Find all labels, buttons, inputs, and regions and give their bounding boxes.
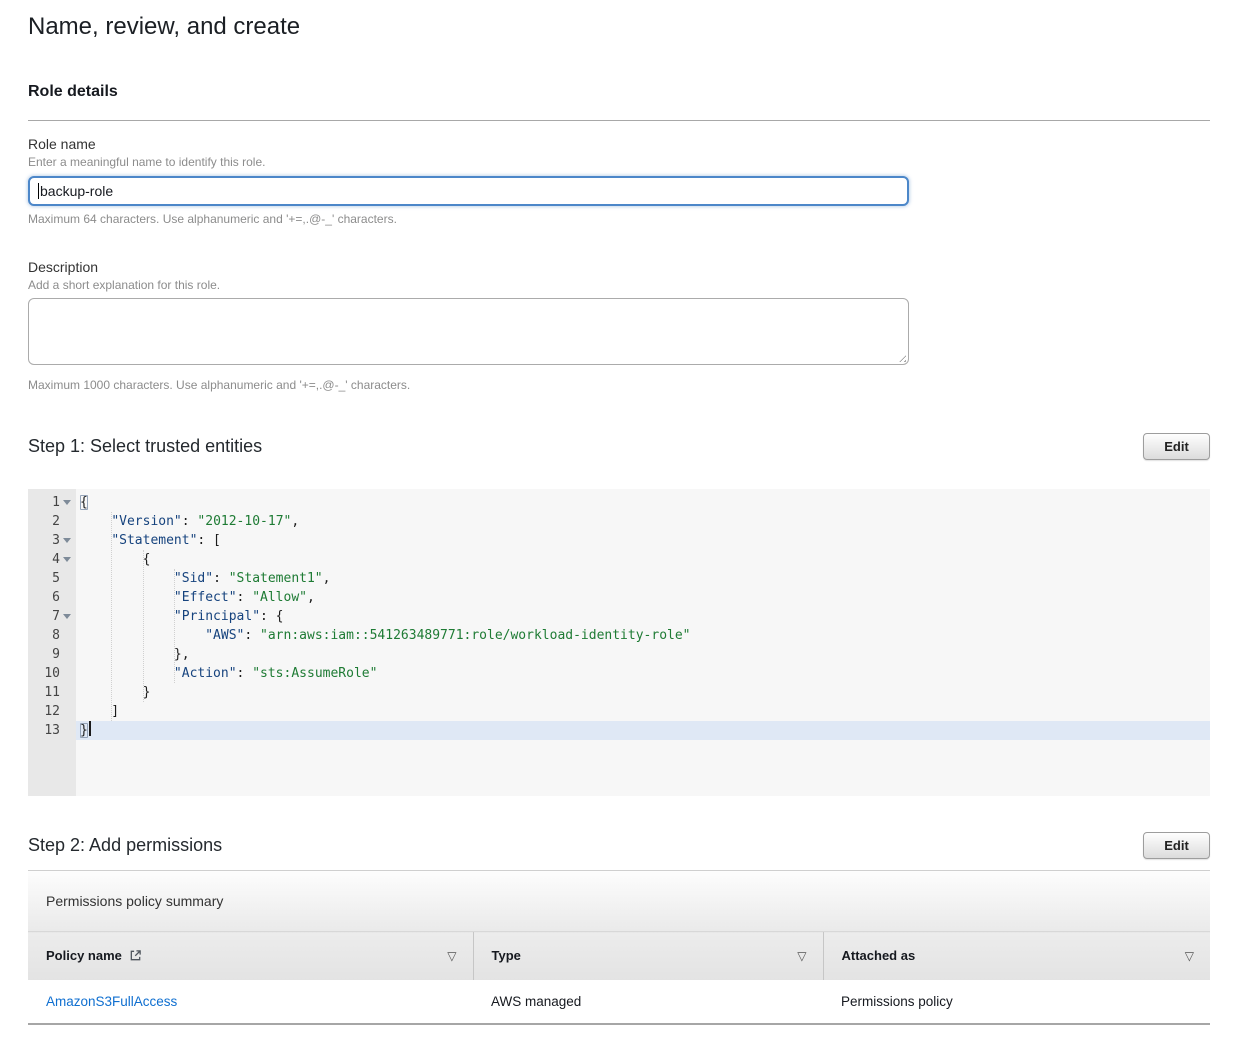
role-details-heading: Role details [28,82,1210,102]
filter-triangle-icon[interactable]: ▽ [797,950,806,962]
code-line[interactable]: "Statement": [ [76,531,1210,550]
editor-gutter: 12345678910111213 [28,489,76,796]
step2-header: Step 2: Add permissions Edit [28,832,1210,859]
line-number: 11 [28,683,73,702]
description-label: Description [28,259,1210,276]
line-number: 4 [28,550,73,569]
line-number: 2 [28,512,73,531]
code-line[interactable]: "AWS": "arn:aws:iam::541263489771:role/w… [76,626,1210,645]
code-line[interactable]: "Action": "sts:AssumeRole" [76,664,1210,683]
line-number: 5 [28,569,73,588]
permissions-table: Policy name ▽ Type ▽ Attached as ▽ Amazo… [28,931,1210,1025]
line-number: 3 [28,531,73,550]
code-line[interactable]: } [76,683,1210,702]
column-header-type[interactable]: Type ▽ [473,932,823,980]
fold-arrow-icon[interactable] [63,614,71,619]
page-title: Name, review, and create [28,12,1210,42]
line-number: 7 [28,607,73,626]
column-header-policy-name[interactable]: Policy name ▽ [28,932,473,980]
description-hint: Add a short explanation for this role. [28,278,1210,292]
column-label: Policy name [46,948,122,963]
role-name-value: backup-role [40,183,113,199]
code-line[interactable]: "Sid": "Statement1", [76,569,1210,588]
line-number: 6 [28,588,73,607]
policy-attached-as-cell: Permissions policy [823,980,1210,1024]
line-number: 9 [28,645,73,664]
code-line[interactable]: { [76,550,1210,569]
fold-arrow-icon[interactable] [63,557,71,562]
code-line[interactable]: { [76,493,1210,512]
fold-arrow-icon[interactable] [63,500,71,505]
column-label: Type [492,948,521,963]
column-header-attached-as[interactable]: Attached as ▽ [823,932,1210,980]
step1-heading: Step 1: Select trusted entities [28,436,262,457]
step1-header: Step 1: Select trusted entities Edit [28,433,1210,460]
line-number: 8 [28,626,73,645]
section-divider [28,120,1210,121]
permissions-table-body: AmazonS3FullAccess AWS managedPermissions… [28,980,1210,1024]
code-line[interactable]: "Principal": { [76,607,1210,626]
editor-content[interactable]: { "Version": "2012-10-17", "Statement": … [76,489,1210,796]
column-label: Attached as [842,948,916,963]
policy-name-cell: AmazonS3FullAccess [28,980,473,1024]
description-field: Description Add a short explanation for … [28,259,1210,392]
role-name-field: Role name Enter a meaningful name to ide… [28,136,1210,226]
code-line[interactable]: "Effect": "Allow", [76,588,1210,607]
line-number: 13 [28,721,73,740]
role-name-label: Role name [28,136,1210,153]
filter-triangle-icon[interactable]: ▽ [447,950,456,962]
description-helper: Maximum 1000 characters. Use alphanumeri… [28,378,1210,392]
line-number: 12 [28,702,73,721]
code-line[interactable]: } [76,721,1210,740]
table-row: AmazonS3FullAccess AWS managedPermissions… [28,980,1210,1024]
resize-handle-icon[interactable] [896,352,906,362]
code-line[interactable]: "Version": "2012-10-17", [76,512,1210,531]
description-textarea[interactable] [28,298,909,365]
trust-policy-editor[interactable]: 12345678910111213 { "Version": "2012-10-… [28,489,1210,796]
permissions-panel: Permissions policy summary Policy name ▽… [28,870,1210,1025]
step1-edit-button[interactable]: Edit [1143,433,1210,460]
fold-arrow-icon[interactable] [63,538,71,543]
step2-edit-button[interactable]: Edit [1143,832,1210,859]
external-link-icon [129,949,142,962]
editor-cursor [89,721,91,736]
code-line[interactable]: }, [76,645,1210,664]
line-number: 10 [28,664,73,683]
table-header-row: Policy name ▽ Type ▽ Attached as ▽ [28,932,1210,980]
line-number: 1 [28,493,73,512]
role-name-helper: Maximum 64 characters. Use alphanumeric … [28,212,1210,226]
policy-name-link[interactable]: AmazonS3FullAccess [46,994,177,1009]
text-cursor [38,183,39,199]
code-line[interactable]: ] [76,702,1210,721]
permissions-panel-title: Permissions policy summary [28,870,1210,931]
policy-type-cell: AWS managed [473,980,823,1024]
role-name-hint: Enter a meaningful name to identify this… [28,155,1210,169]
name-review-create-page: Name, review, and create Role details Ro… [0,12,1242,1025]
role-name-input[interactable]: backup-role [28,176,909,206]
step2-heading: Step 2: Add permissions [28,835,222,856]
filter-triangle-icon[interactable]: ▽ [1185,950,1194,962]
